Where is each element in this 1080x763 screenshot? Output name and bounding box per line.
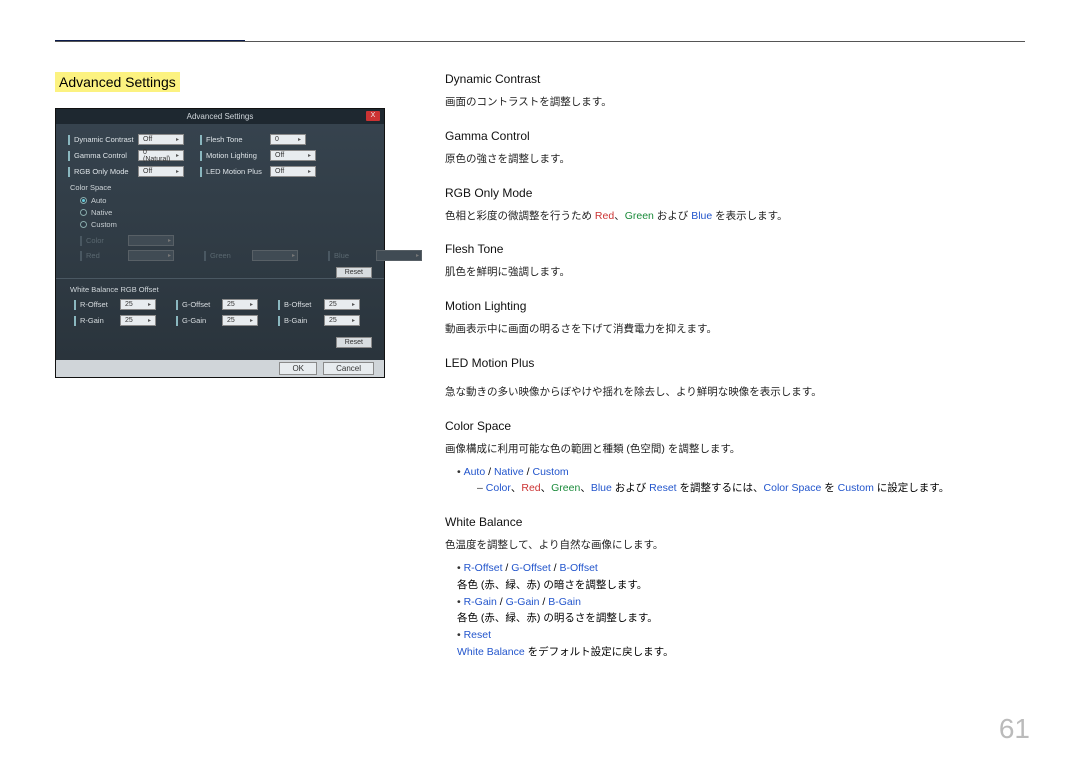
color-space-reset-button[interactable]: Reset xyxy=(336,267,372,278)
blue-disabled-label: Blue xyxy=(334,251,374,260)
g-gain-spinner[interactable]: 25 xyxy=(222,315,258,326)
radio-native-label: Native xyxy=(91,208,112,217)
r-gain-spinner[interactable]: 25 xyxy=(120,315,156,326)
gamma-control-heading: Gamma Control xyxy=(445,129,1025,143)
dialog-footer: OK Cancel xyxy=(56,360,384,377)
radio-native[interactable] xyxy=(80,209,87,216)
right-column: Dynamic Contrast 画面のコントラストを調整します。 Gamma … xyxy=(445,72,1025,679)
content-columns: Advanced Settings Advanced Settings X Dy… xyxy=(55,72,1025,679)
red-disabled-dd xyxy=(128,250,174,261)
blue-disabled-dd xyxy=(376,250,422,261)
radio-custom-label: Custom xyxy=(91,220,117,229)
color-space-label: Color Space xyxy=(70,183,372,192)
advanced-settings-dialog: Advanced Settings X Dynamic ContrastOff … xyxy=(55,108,385,378)
close-icon[interactable]: X xyxy=(366,111,380,121)
b-gain-label: B-Gain xyxy=(284,316,322,325)
radio-auto-label: Auto xyxy=(91,196,106,205)
radio-custom[interactable] xyxy=(80,221,87,228)
flesh-tone-spinner[interactable]: 0 xyxy=(270,134,306,145)
r-offset-label: R-Offset xyxy=(80,300,118,309)
header-divider xyxy=(55,41,1025,42)
rgb-only-mode-desc: 色相と彩度の微調整を行うため Red、Green および Blue を表示します… xyxy=(445,208,1025,225)
dialog-body: Dynamic ContrastOff Flesh Tone0 Gamma Co… xyxy=(56,124,384,360)
rgb-only-mode-label: RGB Only Mode xyxy=(74,167,136,176)
dynamic-contrast-label: Dynamic Contrast xyxy=(74,135,136,144)
gamma-control-desc: 原色の強さを調整します。 xyxy=(445,151,1025,168)
rgb-only-mode-heading: RGB Only Mode xyxy=(445,186,1025,200)
white-balance-label: White Balance RGB Offset xyxy=(70,285,372,294)
green-disabled-label: Green xyxy=(210,251,250,260)
r-offset-spinner[interactable]: 25 xyxy=(120,299,156,310)
color-space-heading: Color Space xyxy=(445,419,1025,433)
gamma-control-label: Gamma Control xyxy=(74,151,136,160)
dynamic-contrast-heading: Dynamic Contrast xyxy=(445,72,1025,86)
white-balance-heading: White Balance xyxy=(445,515,1025,529)
color-disabled-label: Color xyxy=(86,236,126,245)
motion-lighting-desc: 動画表示中に画面の明るさを下げて消費電力を抑えます。 xyxy=(445,321,1025,338)
b-offset-label: B-Offset xyxy=(284,300,322,309)
dialog-titlebar: Advanced Settings X xyxy=(56,109,384,124)
led-motion-plus-desc: 急な動きの多い映像からぼやけや揺れを除去し、より鮮明な映像を表示します。 xyxy=(445,384,1025,401)
page-number: 61 xyxy=(999,713,1030,745)
b-offset-spinner[interactable]: 25 xyxy=(324,299,360,310)
green-disabled-dd xyxy=(252,250,298,261)
radio-auto[interactable] xyxy=(80,197,87,204)
section-title: Advanced Settings xyxy=(55,72,180,92)
flesh-tone-heading: Flesh Tone xyxy=(445,242,1025,256)
divider xyxy=(56,278,384,279)
motion-lighting-label: Motion Lighting xyxy=(206,151,268,160)
white-balance-list: R-Offset / G-Offset / B-Offset各色 (赤、緑、赤)… xyxy=(457,560,1025,661)
flesh-tone-desc: 肌色を鮮明に強調します。 xyxy=(445,264,1025,281)
g-offset-label: G-Offset xyxy=(182,300,220,309)
dynamic-contrast-dropdown[interactable]: Off xyxy=(138,134,184,145)
cancel-button[interactable]: Cancel xyxy=(323,362,374,375)
led-motion-plus-heading: LED Motion Plus xyxy=(445,356,1025,370)
dynamic-contrast-desc: 画面のコントラストを調整します。 xyxy=(445,94,1025,111)
led-motion-plus-dropdown[interactable]: Off xyxy=(270,166,316,177)
left-column: Advanced Settings Advanced Settings X Dy… xyxy=(55,72,385,679)
r-gain-label: R-Gain xyxy=(80,316,118,325)
motion-lighting-dropdown[interactable]: Off xyxy=(270,150,316,161)
flesh-tone-label: Flesh Tone xyxy=(206,135,268,144)
g-offset-spinner[interactable]: 25 xyxy=(222,299,258,310)
rgb-only-mode-dropdown[interactable]: Off xyxy=(138,166,184,177)
white-balance-desc: 色温度を調整して、より自然な画像にします。 xyxy=(445,537,1025,554)
color-disabled-dd xyxy=(128,235,174,246)
b-gain-spinner[interactable]: 25 xyxy=(324,315,360,326)
color-space-desc: 画像構成に利用可能な色の範囲と種類 (色空間) を調整します。 xyxy=(445,441,1025,458)
gamma-control-dropdown[interactable]: 0 (Natural) xyxy=(138,150,184,161)
motion-lighting-heading: Motion Lighting xyxy=(445,299,1025,313)
led-motion-plus-label: LED Motion Plus xyxy=(206,167,268,176)
white-balance-reset-button[interactable]: Reset xyxy=(336,337,372,348)
g-gain-label: G-Gain xyxy=(182,316,220,325)
red-disabled-label: Red xyxy=(86,251,126,260)
ok-button[interactable]: OK xyxy=(279,362,317,375)
dialog-title-text: Advanced Settings xyxy=(187,112,254,121)
color-space-list: Auto / Native / Custom Color、Red、Green、B… xyxy=(457,464,1025,498)
